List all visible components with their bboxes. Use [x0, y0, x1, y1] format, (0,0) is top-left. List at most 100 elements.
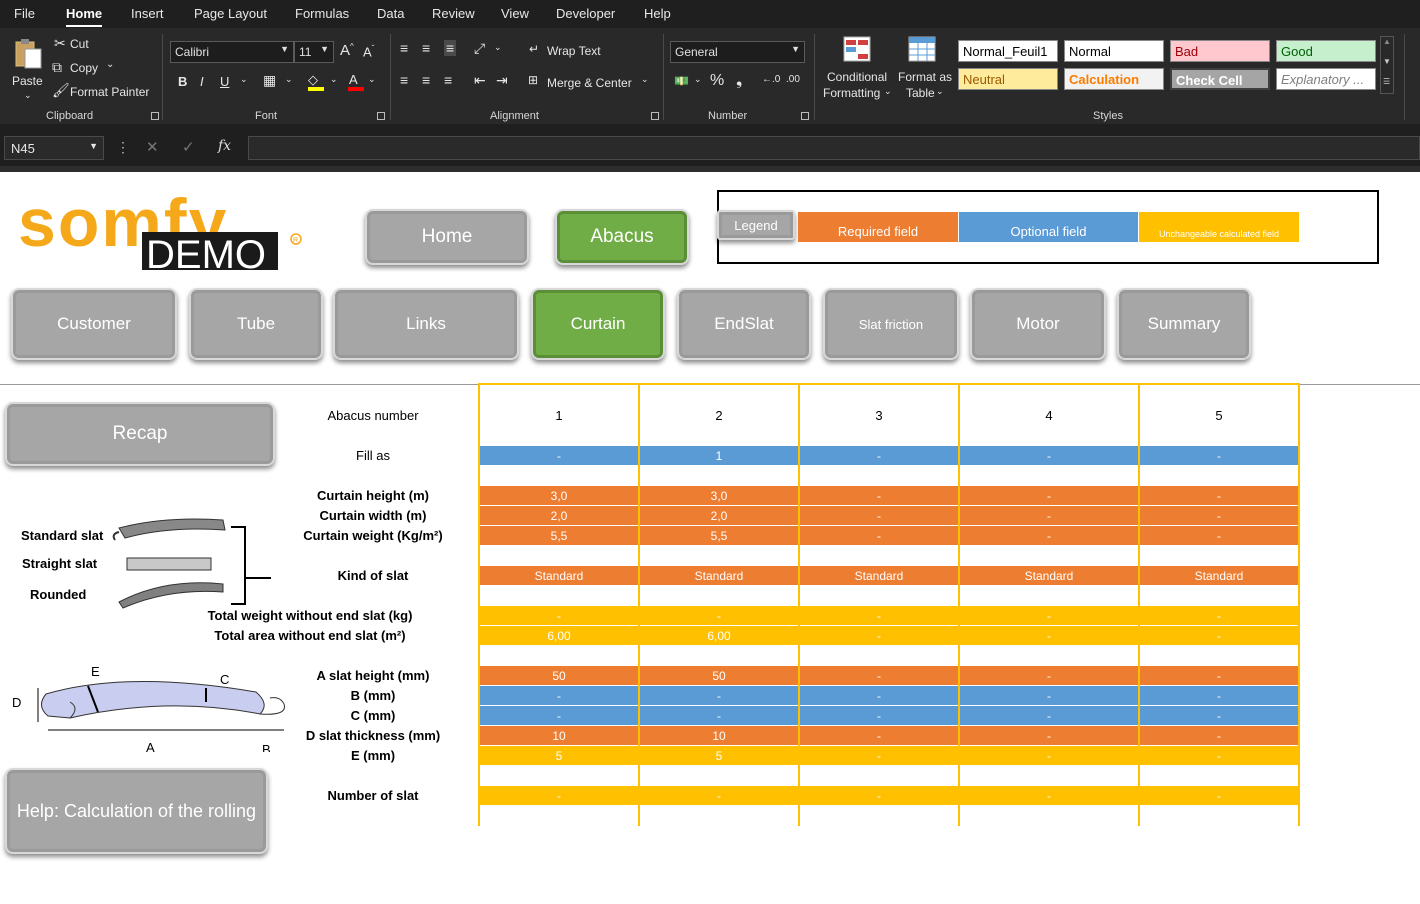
cell-b-1[interactable]: - — [480, 686, 638, 705]
dialog-launcher-icon[interactable] — [377, 112, 385, 120]
more-options-icon[interactable]: ⋮ — [116, 139, 130, 156]
style-cell-normal-feuil1[interactable]: Normal_Feuil1 — [958, 40, 1058, 62]
wrap-text-button[interactable]: Wrap Text — [547, 44, 601, 58]
menu-file[interactable]: File — [14, 6, 35, 21]
cell-a-slat-height-1[interactable]: 50 — [480, 666, 638, 685]
menu-formulas[interactable]: Formulas — [295, 6, 349, 21]
cell-c-5[interactable]: - — [1140, 706, 1298, 725]
recap-button[interactable]: Recap — [5, 402, 275, 466]
format-as-table-button[interactable]: Format as Table ⌄ — [896, 34, 956, 106]
scroll-up-icon[interactable]: ▲ — [1383, 37, 1391, 46]
cell-curtain-weight-1[interactable]: 5,5 — [480, 526, 638, 545]
chevron-down-icon[interactable]: ⌄ — [641, 74, 649, 85]
borders-icon[interactable]: ▦ — [263, 72, 276, 89]
cell-curtain-height-5[interactable]: - — [1140, 486, 1298, 505]
cell-fill-as-4[interactable]: - — [960, 446, 1138, 465]
cell-d-slat-thickness-1[interactable]: 10 — [480, 726, 638, 745]
menu-review[interactable]: Review — [432, 6, 475, 21]
help-rolling-button[interactable]: Help: Calculation of the rolling — [5, 768, 268, 854]
percent-icon[interactable]: % — [710, 72, 724, 90]
formula-input[interactable] — [248, 136, 1420, 160]
tab-customer[interactable]: Customer — [11, 288, 177, 360]
cell-curtain-height-2[interactable]: 3,0 — [640, 486, 798, 505]
tab-summary[interactable]: Summary — [1117, 288, 1251, 360]
tab-motor[interactable]: Motor — [970, 288, 1106, 360]
menu-developer[interactable]: Developer — [556, 6, 615, 21]
increase-font-icon[interactable]: A^ — [340, 42, 354, 59]
menu-help[interactable]: Help — [644, 6, 671, 21]
scroll-down-icon[interactable]: ▼ — [1383, 57, 1391, 66]
font-name-dropdown[interactable]: Calibri ▼ — [170, 41, 294, 63]
cell-curtain-weight-5[interactable]: - — [1140, 526, 1298, 545]
align-left-icon[interactable]: ≡ — [400, 72, 408, 88]
cell-curtain-weight-3[interactable]: - — [800, 526, 958, 545]
tab-curtain[interactable]: Curtain — [531, 288, 665, 360]
cell-a-slat-height-3[interactable]: - — [800, 666, 958, 685]
cell-curtain-width-1[interactable]: 2,0 — [480, 506, 638, 525]
dialog-launcher-icon[interactable] — [651, 112, 659, 120]
styles-scroll[interactable]: ▲ ▼ ☰ — [1380, 36, 1394, 94]
dialog-launcher-icon[interactable] — [151, 112, 159, 120]
tab-slat-friction[interactable]: Slat friction — [823, 288, 959, 360]
cell-c-1[interactable]: - — [480, 706, 638, 725]
cell-curtain-weight-2[interactable]: 5,5 — [640, 526, 798, 545]
abacus-button[interactable]: Abacus — [555, 209, 689, 265]
align-bottom-icon[interactable]: ≡ — [444, 40, 457, 56]
increase-indent-icon[interactable]: ⇥ — [496, 72, 508, 89]
cell-a-slat-height-5[interactable]: - — [1140, 666, 1298, 685]
cell-b-4[interactable]: - — [960, 686, 1138, 705]
decrease-font-icon[interactable]: Aˇ — [363, 44, 374, 59]
fill-color-icon[interactable]: ◇ — [306, 72, 326, 92]
cell-curtain-height-4[interactable]: - — [960, 486, 1138, 505]
style-cell-bad[interactable]: Bad — [1170, 40, 1270, 62]
menu-home[interactable]: Home — [66, 6, 102, 21]
chevron-down-icon[interactable]: ⌄ — [694, 74, 702, 85]
comma-icon[interactable]: ❟ — [736, 72, 742, 90]
cell-fill-as-3[interactable]: - — [800, 446, 958, 465]
align-right-icon[interactable]: ≡ — [444, 72, 452, 88]
name-box[interactable]: N45 ▼ — [4, 136, 104, 160]
decrease-decimal-icon[interactable]: .00 — [786, 74, 800, 85]
expand-gallery-icon[interactable]: ☰ — [1383, 77, 1390, 86]
cell-fill-as-1[interactable]: - — [480, 446, 638, 465]
dialog-launcher-icon[interactable] — [801, 112, 809, 120]
cell-curtain-width-3[interactable]: - — [800, 506, 958, 525]
number-format-dropdown[interactable]: General ▼ — [670, 41, 805, 63]
cell-kind-of-slat-5[interactable]: Standard — [1140, 566, 1298, 585]
format-painter-button[interactable]: Format Painter — [70, 85, 149, 99]
legend-button[interactable]: Legend — [717, 210, 795, 240]
style-cell-check-cell[interactable]: Check Cell — [1170, 68, 1270, 90]
cell-d-slat-thickness-3[interactable]: - — [800, 726, 958, 745]
style-cell-explanatory[interactable]: Explanatory ... — [1276, 68, 1376, 90]
cell-b-2[interactable]: - — [640, 686, 798, 705]
align-middle-icon[interactable]: ≡ — [422, 40, 430, 56]
cell-curtain-width-2[interactable]: 2,0 — [640, 506, 798, 525]
cell-kind-of-slat-2[interactable]: Standard — [640, 566, 798, 585]
cell-d-slat-thickness-4[interactable]: - — [960, 726, 1138, 745]
tab-tube[interactable]: Tube — [189, 288, 323, 360]
align-center-icon[interactable]: ≡ — [422, 72, 430, 88]
cancel-icon[interactable]: ✕ — [146, 138, 159, 156]
cell-d-slat-thickness-2[interactable]: 10 — [640, 726, 798, 745]
cut-button[interactable]: Cut — [70, 37, 89, 51]
font-color-icon[interactable]: A — [346, 72, 366, 92]
tab-endslat[interactable]: EndSlat — [677, 288, 811, 360]
style-cell-neutral[interactable]: Neutral — [958, 68, 1058, 90]
menu-insert[interactable]: Insert — [131, 6, 164, 21]
cell-curtain-height-1[interactable]: 3,0 — [480, 486, 638, 505]
orientation-icon[interactable]: ⤢ — [474, 40, 485, 57]
insert-function-icon[interactable]: fx — [218, 138, 231, 154]
cell-kind-of-slat-1[interactable]: Standard — [480, 566, 638, 585]
tab-links[interactable]: Links — [333, 288, 519, 360]
menu-view[interactable]: View — [501, 6, 529, 21]
home-button[interactable]: Home — [365, 209, 529, 265]
cell-curtain-width-4[interactable]: - — [960, 506, 1138, 525]
increase-decimal-icon[interactable]: ←.0 — [762, 74, 780, 85]
italic-button[interactable]: I — [200, 74, 204, 89]
cell-curtain-width-5[interactable]: - — [1140, 506, 1298, 525]
cell-curtain-height-3[interactable]: - — [800, 486, 958, 505]
cell-c-3[interactable]: - — [800, 706, 958, 725]
conditional-formatting-button[interactable]: Conditional Formatting ⌄ — [820, 34, 896, 106]
cell-b-3[interactable]: - — [800, 686, 958, 705]
cell-a-slat-height-2[interactable]: 50 — [640, 666, 798, 685]
